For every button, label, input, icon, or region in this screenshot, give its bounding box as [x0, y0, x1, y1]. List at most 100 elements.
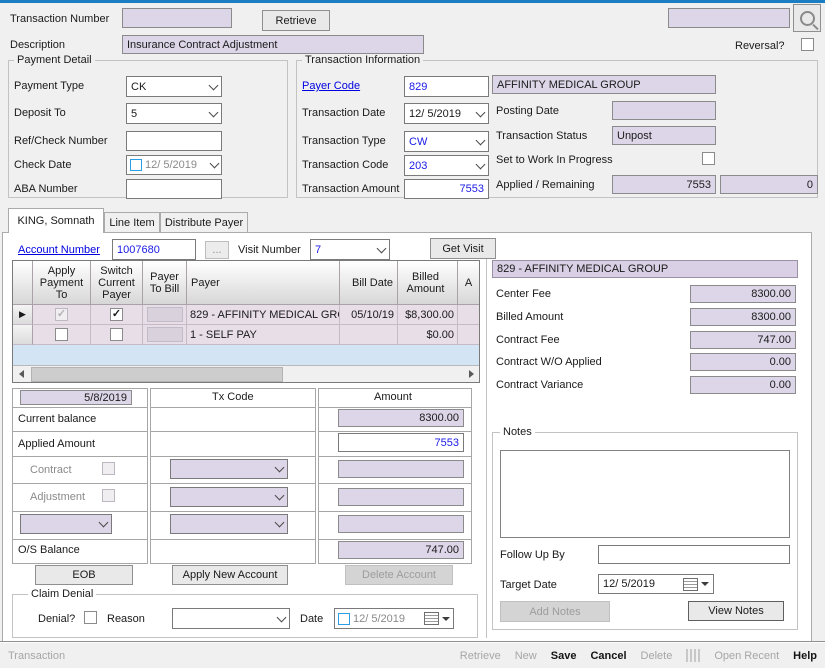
status-open-recent-action[interactable]: Open Recent	[714, 650, 779, 662]
table-row[interactable]: ▶ 829 - AFFINITY MEDICAL GRO 05/10/19 $8…	[13, 305, 479, 325]
payer-to-bill-cell[interactable]	[143, 325, 187, 345]
transaction-number-field[interactable]	[122, 8, 232, 28]
status-new-action[interactable]: New	[515, 650, 537, 662]
scroll-right-button[interactable]	[463, 366, 479, 381]
description-field: Insurance Contract Adjustment	[122, 35, 424, 54]
row-selector[interactable]: ▶	[13, 305, 33, 325]
status-bar: Transaction Retrieve New Save Cancel Del…	[0, 643, 825, 668]
scroll-thumb[interactable]	[31, 367, 283, 382]
col-payer[interactable]: Payer	[187, 261, 340, 305]
payer-code-link[interactable]: Payer Code	[302, 80, 360, 93]
apply-new-account-button[interactable]: Apply New Account	[172, 565, 288, 585]
applied-amount-label: Applied Amount	[18, 438, 95, 451]
tab-label: Line Item	[109, 217, 154, 229]
check-date-picker[interactable]: 12/ 5/2019	[126, 155, 222, 175]
current-balance-field: 8300.00	[338, 409, 464, 427]
follow-up-by-field[interactable]	[598, 545, 790, 564]
applied-amount-field[interactable]: 7553	[338, 433, 464, 452]
check-date-checkbox[interactable]	[130, 159, 142, 171]
reason-select[interactable]	[172, 608, 290, 629]
target-date-picker[interactable]: 12/ 5/2019	[598, 574, 714, 594]
col-bill-date[interactable]: Bill Date	[340, 261, 398, 305]
tab-line-item[interactable]: Line Item	[104, 212, 160, 232]
account-number-field[interactable]: 1007680	[112, 239, 196, 260]
transaction-type-select[interactable]: CW	[404, 131, 489, 152]
transaction-type-value: CW	[409, 136, 427, 148]
status-delete-action[interactable]: Delete	[641, 650, 673, 662]
apply-payment-cell[interactable]	[33, 305, 91, 325]
row-selector[interactable]	[13, 325, 33, 345]
add-notes-button[interactable]: Add Notes	[500, 601, 610, 622]
claim-denial-title: Claim Denial	[28, 588, 96, 600]
extra-txcode-select[interactable]	[170, 514, 288, 534]
payer-cell: 829 - AFFINITY MEDICAL GRO	[187, 305, 340, 325]
grid-corner	[13, 261, 33, 305]
denial-checkbox[interactable]	[84, 611, 97, 624]
transaction-date-label: Transaction Date	[302, 107, 385, 120]
check-date-value: 12/ 5/2019	[145, 159, 197, 171]
apply-payment-cell[interactable]	[33, 325, 91, 345]
contract-txcode-select[interactable]	[170, 459, 288, 479]
denial-date-checkbox[interactable]	[338, 613, 350, 625]
deposit-to-value: 5	[131, 108, 137, 120]
switch-payer-cell[interactable]	[91, 325, 143, 345]
denial-label: Denial?	[38, 613, 75, 626]
denial-date-picker[interactable]: 12/ 5/2019	[334, 608, 454, 629]
extra-type-select[interactable]	[20, 514, 112, 534]
switch-payer-checkbox[interactable]	[110, 308, 123, 321]
bill-date-cell: 05/10/19	[340, 305, 398, 325]
visit-number-value: 7	[315, 244, 321, 256]
target-date-label: Target Date	[500, 579, 557, 592]
apply-payment-checkbox[interactable]	[55, 328, 68, 341]
payer-to-bill-cell[interactable]	[143, 305, 187, 325]
tab-distribute-payer[interactable]: Distribute Payer	[160, 212, 248, 232]
aba-number-label: ABA Number	[14, 183, 78, 196]
contract-checkbox[interactable]	[102, 462, 115, 475]
status-help-action[interactable]: Help	[793, 650, 817, 662]
search-button[interactable]	[793, 4, 821, 32]
notes-textarea[interactable]	[500, 450, 790, 538]
chevron-down-icon	[209, 107, 219, 117]
status-retrieve-action[interactable]: Retrieve	[460, 650, 501, 662]
apply-payment-checkbox[interactable]	[55, 308, 68, 321]
payer-code-field[interactable]: 829	[404, 76, 489, 97]
get-visit-button[interactable]: Get Visit	[430, 238, 496, 259]
browse-button[interactable]: ...	[205, 241, 229, 259]
payment-type-select[interactable]: CK	[126, 76, 222, 97]
col-apply-payment-to[interactable]: Apply Payment To	[33, 261, 91, 305]
retrieve-button[interactable]: Retrieve	[262, 10, 330, 31]
adjustment-checkbox[interactable]	[102, 489, 115, 502]
col-payer-to-bill[interactable]: Payer To Bill	[143, 261, 187, 305]
delete-account-button[interactable]: Delete Account	[345, 565, 453, 585]
aba-number-field[interactable]	[126, 179, 222, 199]
switch-payer-cell[interactable]	[91, 305, 143, 325]
status-cancel-action[interactable]: Cancel	[590, 650, 626, 662]
col-billed-amount[interactable]: Billed Amount	[398, 261, 458, 305]
col-switch-current-payer[interactable]: Switch Current Payer	[91, 261, 143, 305]
transaction-amount-field[interactable]: 7553	[404, 179, 489, 199]
account-number-link[interactable]: Account Number	[18, 244, 100, 257]
transaction-date-picker[interactable]: 12/ 5/2019	[404, 103, 489, 124]
eob-button[interactable]: EOB	[35, 565, 133, 585]
transaction-code-select[interactable]: 203	[404, 155, 489, 176]
ref-check-number-field[interactable]	[126, 131, 222, 151]
transaction-status-field: Unpost	[612, 126, 716, 145]
deposit-to-select[interactable]: 5	[126, 103, 222, 124]
table-row[interactable]: 1 - SELF PAY $0.00	[13, 325, 479, 345]
quick-search-field[interactable]	[668, 8, 790, 28]
horizontal-scrollbar[interactable]	[13, 365, 479, 382]
tab-king-somnath[interactable]: KING, Somnath	[8, 208, 104, 233]
visit-number-select[interactable]: 7	[310, 239, 390, 260]
contract-wo-applied-label: Contract W/O Applied	[496, 356, 602, 369]
reversal-checkbox[interactable]	[801, 38, 814, 51]
view-notes-button[interactable]: View Notes	[688, 601, 784, 621]
tab-label: Distribute Payer	[165, 217, 243, 229]
payer-to-bill-field	[147, 307, 183, 322]
chevron-down-icon	[476, 159, 486, 169]
scroll-left-button[interactable]	[13, 366, 29, 381]
status-save-action[interactable]: Save	[551, 650, 577, 662]
adjustment-txcode-select[interactable]	[170, 487, 288, 507]
set-to-wip-checkbox[interactable]	[702, 152, 715, 165]
dropdown-arrow-icon	[701, 582, 709, 586]
switch-payer-checkbox[interactable]	[110, 328, 123, 341]
